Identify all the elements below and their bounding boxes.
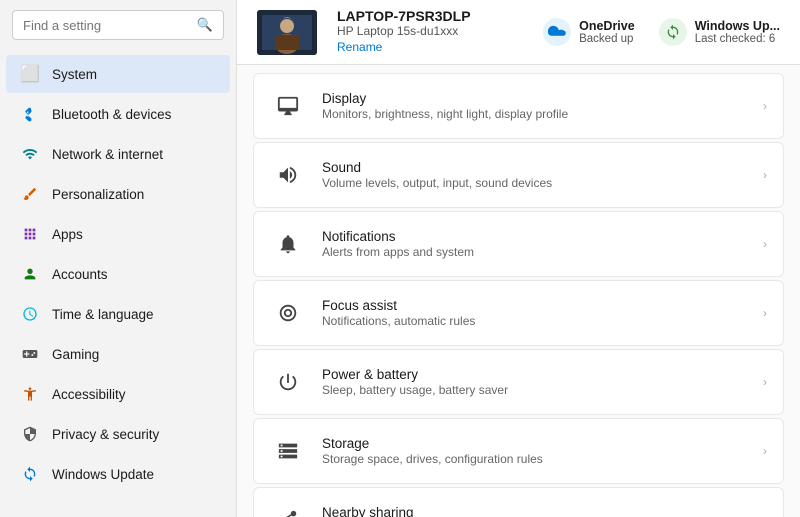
personalization-icon bbox=[20, 184, 40, 204]
onedrive-service: OneDrive Backed up bbox=[543, 18, 635, 46]
settings-item-nearby-sharing[interactable]: Nearby sharing Discoverability, received… bbox=[253, 487, 784, 517]
sidebar-item-accessibility[interactable]: Accessibility bbox=[6, 375, 230, 413]
time-icon bbox=[20, 304, 40, 324]
accessibility-icon bbox=[20, 384, 40, 404]
settings-item-sound[interactable]: Sound Volume levels, output, input, soun… bbox=[253, 142, 784, 208]
network-icon bbox=[20, 144, 40, 164]
storage-desc: Storage space, drives, configuration rul… bbox=[322, 452, 747, 466]
power-desc: Sleep, battery usage, battery saver bbox=[322, 383, 747, 397]
sidebar-item-privacy[interactable]: Privacy & security bbox=[6, 415, 230, 453]
display-title: Display bbox=[322, 91, 747, 106]
device-rename-link[interactable]: Rename bbox=[337, 40, 382, 54]
bluetooth-icon bbox=[20, 104, 40, 124]
nav-items: ⬜ System Bluetooth & devices Network & i… bbox=[0, 54, 236, 494]
header-services: OneDrive Backed up Windows Up... Last ch… bbox=[543, 18, 780, 46]
sidebar-item-label-windows-update: Windows Update bbox=[52, 467, 154, 482]
sidebar-item-label-privacy: Privacy & security bbox=[52, 427, 159, 442]
sidebar-item-bluetooth[interactable]: Bluetooth & devices bbox=[6, 95, 230, 133]
device-info: LAPTOP-7PSR3DLP HP Laptop 15s-du1xxx Ren… bbox=[337, 8, 523, 56]
sound-icon bbox=[270, 157, 306, 193]
sidebar-item-label-apps: Apps bbox=[52, 227, 83, 242]
system-icon: ⬜ bbox=[20, 64, 40, 84]
notifications-chevron: › bbox=[763, 237, 767, 251]
windows-update-service-status: Last checked: 6 bbox=[695, 33, 780, 45]
sound-chevron: › bbox=[763, 168, 767, 182]
display-icon bbox=[270, 88, 306, 124]
windows-update-service: Windows Up... Last checked: 6 bbox=[659, 18, 780, 46]
notifications-text: Notifications Alerts from apps and syste… bbox=[322, 229, 747, 259]
power-icon bbox=[270, 364, 306, 400]
nearby-sharing-title: Nearby sharing bbox=[322, 505, 747, 517]
notifications-desc: Alerts from apps and system bbox=[322, 245, 747, 259]
sound-desc: Volume levels, output, input, sound devi… bbox=[322, 176, 747, 190]
sidebar-item-apps[interactable]: Apps bbox=[6, 215, 230, 253]
device-thumbnail bbox=[257, 10, 317, 55]
display-text: Display Monitors, brightness, night ligh… bbox=[322, 91, 747, 121]
windows-update-icon bbox=[20, 464, 40, 484]
settings-item-focus-assist[interactable]: Focus assist Notifications, automatic ru… bbox=[253, 280, 784, 346]
sidebar-item-windows-update[interactable]: Windows Update bbox=[6, 455, 230, 493]
device-model: HP Laptop 15s-du1xxx bbox=[337, 24, 523, 38]
settings-item-storage[interactable]: Storage Storage space, drives, configura… bbox=[253, 418, 784, 484]
windows-update-service-text: Windows Up... Last checked: 6 bbox=[695, 19, 780, 45]
sidebar-item-label-network: Network & internet bbox=[52, 147, 163, 162]
device-name: LAPTOP-7PSR3DLP bbox=[337, 8, 523, 24]
sidebar-item-personalization[interactable]: Personalization bbox=[6, 175, 230, 213]
sound-text: Sound Volume levels, output, input, soun… bbox=[322, 160, 747, 190]
privacy-icon bbox=[20, 424, 40, 444]
settings-list: Display Monitors, brightness, night ligh… bbox=[237, 65, 800, 517]
header-bar: LAPTOP-7PSR3DLP HP Laptop 15s-du1xxx Ren… bbox=[237, 0, 800, 65]
onedrive-status: Backed up bbox=[579, 33, 635, 45]
search-container: 🔍 bbox=[0, 0, 236, 50]
windows-update-service-icon bbox=[659, 18, 687, 46]
apps-icon bbox=[20, 224, 40, 244]
sidebar-item-label-system: System bbox=[52, 67, 97, 82]
notifications-icon bbox=[270, 226, 306, 262]
focus-assist-text: Focus assist Notifications, automatic ru… bbox=[322, 298, 747, 328]
gaming-icon bbox=[20, 344, 40, 364]
sidebar-item-gaming[interactable]: Gaming bbox=[6, 335, 230, 373]
search-icon: 🔍 bbox=[197, 17, 213, 33]
power-chevron: › bbox=[763, 375, 767, 389]
accounts-icon bbox=[20, 264, 40, 284]
sidebar-item-label-bluetooth: Bluetooth & devices bbox=[52, 107, 171, 122]
storage-text: Storage Storage space, drives, configura… bbox=[322, 436, 747, 466]
sidebar-item-time[interactable]: Time & language bbox=[6, 295, 230, 333]
focus-assist-desc: Notifications, automatic rules bbox=[322, 314, 747, 328]
onedrive-icon bbox=[543, 18, 571, 46]
focus-assist-icon bbox=[270, 295, 306, 331]
focus-assist-title: Focus assist bbox=[322, 298, 747, 313]
notifications-title: Notifications bbox=[322, 229, 747, 244]
nearby-sharing-icon bbox=[270, 502, 306, 517]
windows-update-service-title: Windows Up... bbox=[695, 19, 780, 33]
sidebar-item-network[interactable]: Network & internet bbox=[6, 135, 230, 173]
focus-assist-chevron: › bbox=[763, 306, 767, 320]
display-desc: Monitors, brightness, night light, displ… bbox=[322, 107, 747, 121]
settings-item-notifications[interactable]: Notifications Alerts from apps and syste… bbox=[253, 211, 784, 277]
sidebar: 🔍 ⬜ System Bluetooth & devices Network &… bbox=[0, 0, 237, 517]
sidebar-item-accounts[interactable]: Accounts bbox=[6, 255, 230, 293]
main-content: LAPTOP-7PSR3DLP HP Laptop 15s-du1xxx Ren… bbox=[237, 0, 800, 517]
nearby-sharing-chevron: › bbox=[763, 513, 767, 517]
onedrive-title: OneDrive bbox=[579, 19, 635, 33]
settings-item-power[interactable]: Power & battery Sleep, battery usage, ba… bbox=[253, 349, 784, 415]
nearby-sharing-text: Nearby sharing Discoverability, received… bbox=[322, 505, 747, 517]
search-input[interactable] bbox=[23, 18, 189, 33]
onedrive-text: OneDrive Backed up bbox=[579, 19, 635, 45]
storage-title: Storage bbox=[322, 436, 747, 451]
sidebar-item-label-personalization: Personalization bbox=[52, 187, 144, 202]
sound-title: Sound bbox=[322, 160, 747, 175]
power-text: Power & battery Sleep, battery usage, ba… bbox=[322, 367, 747, 397]
sidebar-item-label-time: Time & language bbox=[52, 307, 154, 322]
storage-chevron: › bbox=[763, 444, 767, 458]
sidebar-item-system[interactable]: ⬜ System bbox=[6, 55, 230, 93]
sidebar-item-label-accessibility: Accessibility bbox=[52, 387, 126, 402]
sidebar-item-label-gaming: Gaming bbox=[52, 347, 99, 362]
settings-item-display[interactable]: Display Monitors, brightness, night ligh… bbox=[253, 73, 784, 139]
power-title: Power & battery bbox=[322, 367, 747, 382]
display-chevron: › bbox=[763, 99, 767, 113]
storage-icon bbox=[270, 433, 306, 469]
sidebar-item-label-accounts: Accounts bbox=[52, 267, 108, 282]
search-box[interactable]: 🔍 bbox=[12, 10, 224, 40]
